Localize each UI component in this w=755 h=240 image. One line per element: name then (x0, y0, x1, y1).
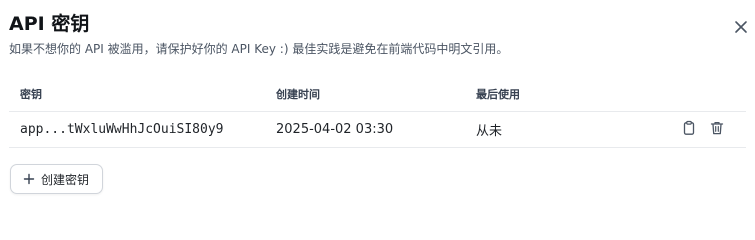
row-actions (680, 112, 726, 147)
created-time: 2025-04-02 03:30 (276, 122, 394, 137)
api-key-value: app...tWxluWwHhJcOuiSI80y9 (20, 122, 224, 137)
column-header-last-used: 最后使用 (476, 87, 520, 101)
create-key-button[interactable]: 创建密钥 (10, 164, 104, 194)
copy-key-button[interactable] (680, 120, 698, 140)
column-header-key: 密钥 (20, 87, 42, 101)
delete-key-button[interactable] (708, 121, 726, 139)
last-used: 从未 (476, 124, 503, 139)
create-key-label: 创建密钥 (41, 172, 90, 187)
close-icon (734, 19, 748, 38)
close-button[interactable] (731, 18, 751, 38)
dialog-subtitle: 如果不想你的 API 被滥用，请保护好你的 API Key :) 最佳实践是避免… (9, 42, 509, 56)
table-row: app...tWxluWwHhJcOuiSI80y9 2025-04-02 03… (9, 112, 746, 148)
trash-icon (709, 120, 725, 140)
plus-icon (23, 170, 35, 189)
api-key-dialog: API 密钥 如果不想你的 API 被滥用，请保护好你的 API Key :) … (0, 0, 755, 202)
clipboard-icon (681, 120, 697, 140)
dialog-title: API 密钥 (9, 13, 90, 35)
column-header-created: 创建时间 (276, 87, 320, 101)
api-key-table: 密钥 创建时间 最后使用 app...tWxluWwHhJcOuiSI80y9 … (9, 76, 746, 148)
table-header-row: 密钥 创建时间 最后使用 (9, 76, 746, 112)
